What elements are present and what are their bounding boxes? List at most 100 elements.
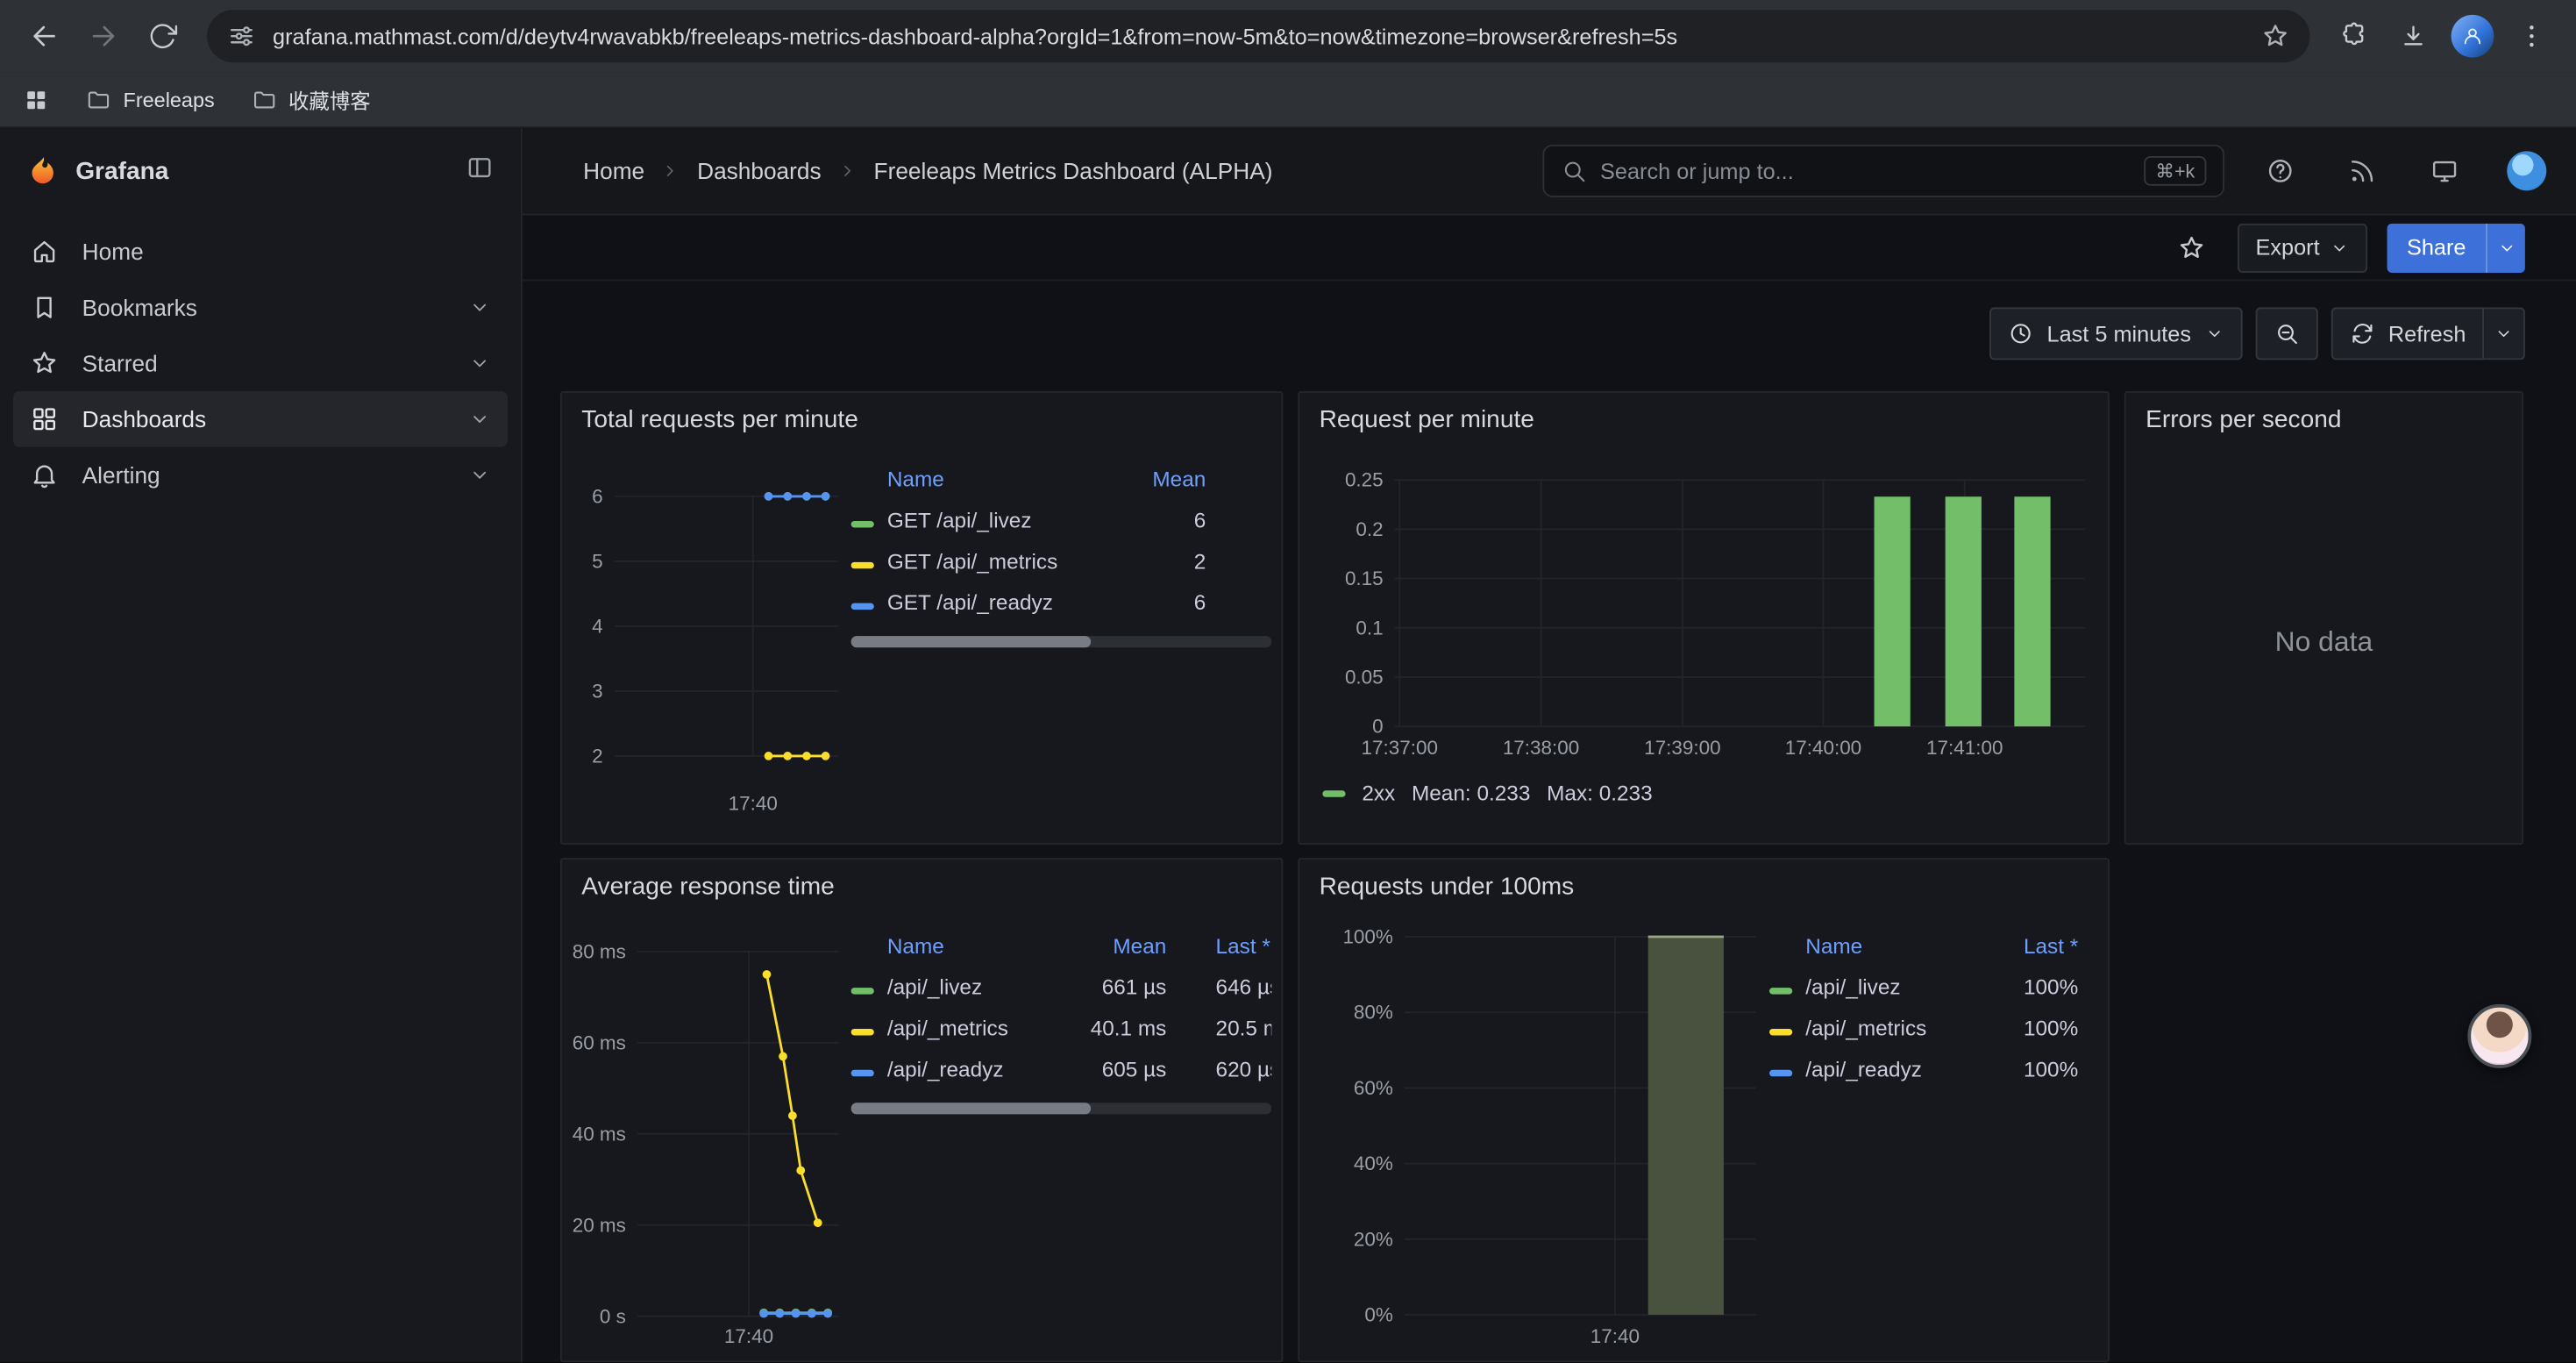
screen: grafana.mathmast.com/d/deytv4rwavabkb/fr… <box>0 0 2576 1362</box>
breadcrumb-home[interactable]: Home <box>583 158 644 184</box>
legend-col-name[interactable]: Name <box>1805 933 1980 958</box>
svg-text:17:37:00: 17:37:00 <box>1361 737 1437 759</box>
display-button[interactable] <box>2418 145 2471 197</box>
sidebar-item-starred[interactable]: Starred <box>13 335 508 391</box>
export-button[interactable]: Export <box>2238 223 2367 272</box>
news-button[interactable] <box>2336 145 2388 197</box>
legend-table: Name Mean Last * /api/_livez 661 µs 646 … <box>851 909 1272 1351</box>
export-label: Export <box>2256 235 2320 260</box>
series-name: GET /api/_metrics <box>887 549 1107 574</box>
refresh-button[interactable]: Refresh <box>2330 307 2484 360</box>
legend-col-last[interactable]: Last * <box>1166 933 1271 958</box>
sidebar-brand: Grafana <box>0 128 521 213</box>
series-color-dash <box>851 988 874 994</box>
share-label: Share <box>2407 235 2466 260</box>
bookmarks-bar: Freeleaps 收藏博客 <box>0 72 2576 128</box>
panel-errors-per-second: Errors per second No data <box>2124 391 2523 845</box>
total-requests-chart[interactable]: 6543217:40 <box>572 442 851 824</box>
refresh-interval-button[interactable] <box>2484 307 2525 360</box>
bookmark-star-icon[interactable] <box>2260 21 2290 51</box>
legend-row[interactable]: /api/_metrics 40.1 ms 20.5 ms <box>851 1008 1272 1049</box>
panel-title[interactable]: Errors per second <box>2126 393 2523 442</box>
legend-row[interactable]: GET /api/_metrics 2 <box>851 540 1272 582</box>
profile-button[interactable] <box>2444 8 2501 64</box>
forward-button[interactable] <box>75 8 132 64</box>
panel-body: 0.250.20.150.10.05017:37:0017:38:0017:39… <box>1299 442 2108 843</box>
panel-title[interactable]: Average response time <box>562 860 1282 909</box>
legend-row[interactable]: /api/_livez 100% <box>1769 967 2091 1008</box>
kebab-menu-icon <box>2517 21 2547 51</box>
bookmark-blog-favorites[interactable]: 收藏博客 <box>251 84 371 116</box>
scrollbar-thumb[interactable] <box>851 636 1091 647</box>
user-menu-button[interactable] <box>2501 145 2553 197</box>
bookmark-icon <box>30 293 60 323</box>
search-input[interactable]: Search or jump to... ⌘+k <box>1542 145 2224 197</box>
help-button[interactable] <box>2254 145 2307 197</box>
sidebar-collapse-button[interactable] <box>465 152 495 189</box>
time-range-picker[interactable]: Last 5 minutes <box>1989 307 2242 360</box>
legend-col-name[interactable]: Name <box>887 933 1081 958</box>
downloads-button[interactable] <box>2386 8 2442 64</box>
apps-grid-icon[interactable] <box>23 86 49 112</box>
legend-col-mean[interactable]: Mean <box>1081 933 1166 958</box>
svg-text:17:38:00: 17:38:00 <box>1503 737 1579 759</box>
legend-scrollbar[interactable] <box>851 636 1272 647</box>
bookmark-freeleaps[interactable]: Freeleaps <box>85 86 214 112</box>
extensions-button[interactable] <box>2326 8 2382 64</box>
browser-menu-button[interactable] <box>2504 8 2560 64</box>
panel-title[interactable]: Requests under 100ms <box>1299 860 2108 909</box>
svg-text:0.2: 0.2 <box>1356 518 1383 540</box>
legend-row[interactable]: /api/_readyz 605 µs 620 µs <box>851 1048 1272 1089</box>
legend-line[interactable]: 2xx Mean: 0.233 Max: 0.233 <box>1309 771 2097 805</box>
under-100ms-chart[interactable]: 100%80%60%40%20%0%17:40 <box>1309 909 1769 1362</box>
panel-title[interactable]: Request per minute <box>1299 393 2108 442</box>
reload-icon <box>148 21 178 51</box>
legend-row[interactable]: /api/_metrics 100% <box>1769 1008 2091 1049</box>
request-per-minute-chart[interactable]: 0.250.20.150.10.05017:37:0017:38:0017:39… <box>1309 442 2097 771</box>
browser-toolbar: grafana.mathmast.com/d/deytv4rwavabkb/fr… <box>0 0 2576 72</box>
legend-col-last[interactable]: Last * <box>1980 933 2078 958</box>
brand-name: Grafana <box>75 157 168 185</box>
series-name: 2xx <box>1362 781 1395 805</box>
sidebar-item-bookmarks[interactable]: Bookmarks <box>13 280 508 336</box>
home-icon <box>30 237 60 267</box>
refresh-icon <box>2349 320 2375 346</box>
back-button[interactable] <box>17 8 73 64</box>
bell-icon <box>30 460 60 490</box>
average-response-chart[interactable]: 80 ms60 ms40 ms20 ms0 s17:40 <box>572 909 851 1362</box>
panel-body: 6543217:40 Name Mean GET /api/_livez 6 <box>562 442 1282 843</box>
legend-row[interactable]: /api/_livez 661 µs 646 µs <box>851 967 1272 1008</box>
legend-header: Name Last * <box>1769 925 2091 967</box>
breadcrumb-dashboards[interactable]: Dashboards <box>697 158 821 184</box>
series-name: /api/_livez <box>1805 974 1980 999</box>
legend-table: Name Mean GET /api/_livez 6 GET /api/_me… <box>851 442 1272 833</box>
scrollbar-thumb[interactable] <box>851 1103 1091 1114</box>
floating-assistant-avatar[interactable] <box>2467 1004 2531 1068</box>
legend-row[interactable]: /api/_readyz 100% <box>1769 1048 2091 1089</box>
legend-col-name[interactable]: Name <box>887 467 1107 491</box>
sidebar-item-alerting[interactable]: Alerting <box>13 447 508 503</box>
legend-scrollbar[interactable] <box>851 1103 1272 1114</box>
panel-title[interactable]: Total requests per minute <box>562 393 1282 442</box>
browser-avatar <box>2451 15 2494 58</box>
sidebar-item-dashboards[interactable]: Dashboards <box>13 391 508 447</box>
series-name: GET /api/_livez <box>887 508 1107 532</box>
panel-body: 80 ms60 ms40 ms20 ms0 s17:40 Name Mean L… <box>562 909 1282 1360</box>
extensions-puzzle-icon <box>2339 21 2369 51</box>
svg-text:0%: 0% <box>1364 1303 1392 1325</box>
legend-row[interactable]: GET /api/_livez 6 <box>851 500 1272 541</box>
sidebar-item-home[interactable]: Home <box>13 224 508 280</box>
legend-col-mean[interactable]: Mean <box>1107 467 1206 491</box>
svg-text:100%: 100% <box>1342 926 1392 948</box>
svg-text:0.05: 0.05 <box>1345 666 1384 688</box>
share-button[interactable]: Share <box>2387 223 2485 272</box>
reload-button[interactable] <box>135 8 191 64</box>
share-menu-button[interactable] <box>2486 223 2525 272</box>
address-bar[interactable]: grafana.mathmast.com/d/deytv4rwavabkb/fr… <box>207 10 2309 62</box>
legend-row[interactable]: GET /api/_readyz 6 <box>851 582 1272 623</box>
zoom-out-button[interactable] <box>2255 307 2317 360</box>
series-mean: 605 µs <box>1081 1057 1166 1081</box>
series-color-dash <box>851 603 874 610</box>
svg-text:80%: 80% <box>1354 1002 1393 1024</box>
favorite-dashboard-button[interactable] <box>2165 221 2217 274</box>
